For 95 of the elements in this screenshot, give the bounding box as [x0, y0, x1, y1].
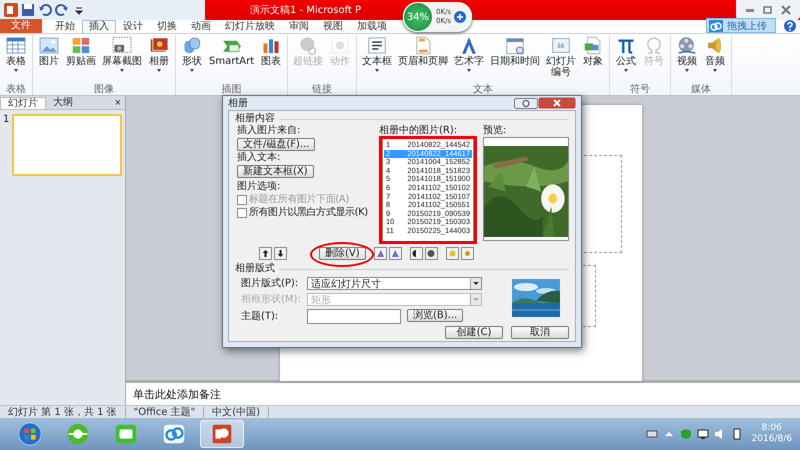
cloud-icon: [709, 20, 723, 32]
field-label: 相框形状(M):: [241, 294, 302, 306]
film-reel-icon: [676, 35, 698, 56]
ribbon-tab[interactable]: 加载项: [350, 20, 394, 33]
move-down-button[interactable]: [274, 247, 287, 260]
new-textbox-button[interactable]: 新建文本框(X): [237, 165, 314, 178]
text-box-icon: [366, 35, 388, 56]
slide-thumbnail[interactable]: [12, 114, 122, 176]
group-label: 图像: [93, 84, 115, 95]
group-label: 媒体: [690, 84, 712, 95]
down-arrow-icon: [276, 249, 285, 258]
ribbon-tab[interactable]: 开始: [48, 20, 82, 33]
battery-icon[interactable]: [730, 428, 743, 440]
checkbox-option[interactable]: 所有图片以黑白方式显示(K): [237, 207, 368, 219]
dropdown-field[interactable]: 适应幻灯片尺寸: [307, 277, 482, 290]
taskbar-button[interactable]: [200, 420, 244, 448]
ribbon-button[interactable]: 日期和时间: [487, 35, 544, 84]
ribbon-button[interactable]: 页眉和页脚: [395, 35, 452, 84]
ribbon-button[interactable]: 图表: [257, 35, 286, 84]
contrast-icon: [426, 249, 436, 258]
group-label: 符号: [629, 84, 652, 95]
field-label: 图片版式(P):: [241, 278, 300, 290]
memory-percent: 34%: [406, 12, 430, 22]
group-label: 表格: [5, 84, 27, 95]
ribbon-button[interactable]: 艺术字: [451, 35, 488, 84]
ribbon-button[interactable]: 文本框: [359, 35, 396, 84]
contrast-down-button[interactable]: [424, 247, 438, 260]
ribbon-button[interactable]: SmartArt: [206, 35, 258, 84]
ribbon-button[interactable]: 形状: [178, 35, 206, 84]
ribbon-tab[interactable]: 审阅: [282, 20, 316, 33]
dialog-title: 相册: [228, 96, 249, 110]
ribbon-button[interactable]: 相册: [145, 35, 173, 84]
field-label: 相册中的图片(R):: [379, 125, 458, 137]
group-label: 链接: [311, 84, 334, 95]
table-icon: [5, 35, 27, 56]
rotate-left-button[interactable]: [374, 247, 387, 260]
undo-icon[interactable]: [38, 3, 52, 17]
up-arrow-icon: [261, 249, 270, 258]
file-tab[interactable]: 文件: [0, 19, 42, 33]
dialog-button[interactable]: 创建(C): [445, 326, 503, 339]
ribbon-button[interactable]: 图片: [35, 35, 63, 84]
start-orb-icon: [17, 421, 43, 447]
plus-icon[interactable]: [454, 11, 466, 23]
ribbon-tab[interactable]: 幻灯片放映: [218, 20, 282, 33]
app-icon[interactable]: [4, 3, 18, 17]
pane-close-button[interactable]: ×: [114, 96, 121, 108]
section-title: 相册内容: [235, 113, 275, 124]
ribbon-button[interactable]: 表格: [2, 35, 30, 84]
group-label: 文本: [472, 84, 494, 95]
file-button[interactable]: 文件/磁盘(F)...: [237, 138, 316, 151]
clipart-icon: [70, 35, 92, 56]
ribbon-tab[interactable]: 动画: [184, 20, 218, 33]
field-label: 预览:: [483, 125, 508, 137]
ribbon-button[interactable]: 剪贴画: [63, 35, 99, 84]
keyboard-icon[interactable]: [646, 428, 658, 440]
action-icon: [329, 35, 352, 56]
close-icon[interactable]: [538, 97, 576, 109]
field-label: 插入文本:: [237, 152, 282, 164]
brightness-up-button[interactable]: [446, 247, 459, 260]
pane-tab[interactable]: 幻灯片: [0, 96, 46, 108]
network-icon[interactable]: [696, 428, 709, 440]
ribbon-button[interactable]: 音频: [701, 35, 730, 84]
ribbon-tab[interactable]: 设计: [116, 20, 150, 33]
clock-date: 2016/8/6: [752, 434, 792, 445]
field-label: 插入图片来自:: [237, 125, 302, 137]
save-icon[interactable]: [21, 3, 35, 17]
ribbon-tab[interactable]: 插入: [82, 20, 116, 33]
ribbon-button[interactable]: 对象: [579, 35, 608, 84]
contrast-icon: [412, 249, 421, 258]
ribbon-button[interactable]: 屏幕截图: [99, 35, 145, 84]
theme-input-field[interactable]: [307, 309, 401, 324]
field-label: 主题(T):: [241, 310, 280, 322]
ribbon-button[interactable]: 公式: [612, 35, 640, 84]
section-title: 相册版式: [235, 263, 275, 275]
ribbon-tab[interactable]: 视图: [316, 20, 350, 33]
rotate-right-button[interactable]: [388, 247, 402, 260]
browser-icon: [65, 421, 91, 447]
delete-button[interactable]: 删除(V): [319, 247, 366, 260]
upload-button[interactable]: 拖拽上传: [706, 18, 776, 33]
move-up-button[interactable]: [259, 247, 272, 260]
dialog-button[interactable]: 取消: [511, 326, 569, 339]
ribbon-button[interactable]: 视频: [673, 35, 702, 84]
slide-number: 1: [3, 114, 10, 125]
picture-icon: [38, 35, 60, 56]
ribbon-tab[interactable]: 切换: [150, 20, 184, 33]
ribbon-button[interactable]: 幻灯片编号: [543, 35, 580, 84]
contrast-up-button[interactable]: [410, 247, 423, 260]
pane-tab[interactable]: 大纲: [46, 96, 80, 108]
brightness-down-button[interactable]: [460, 247, 474, 260]
browse-button[interactable]: 浏览(B)...: [407, 309, 464, 322]
window-title: 演示文稿1 - Microsoft P: [250, 4, 362, 17]
group-label: 插图: [220, 84, 243, 95]
field-label: 图片选项:: [237, 181, 282, 193]
redo-icon[interactable]: [55, 3, 69, 17]
clock-time: 8:06: [762, 423, 782, 434]
